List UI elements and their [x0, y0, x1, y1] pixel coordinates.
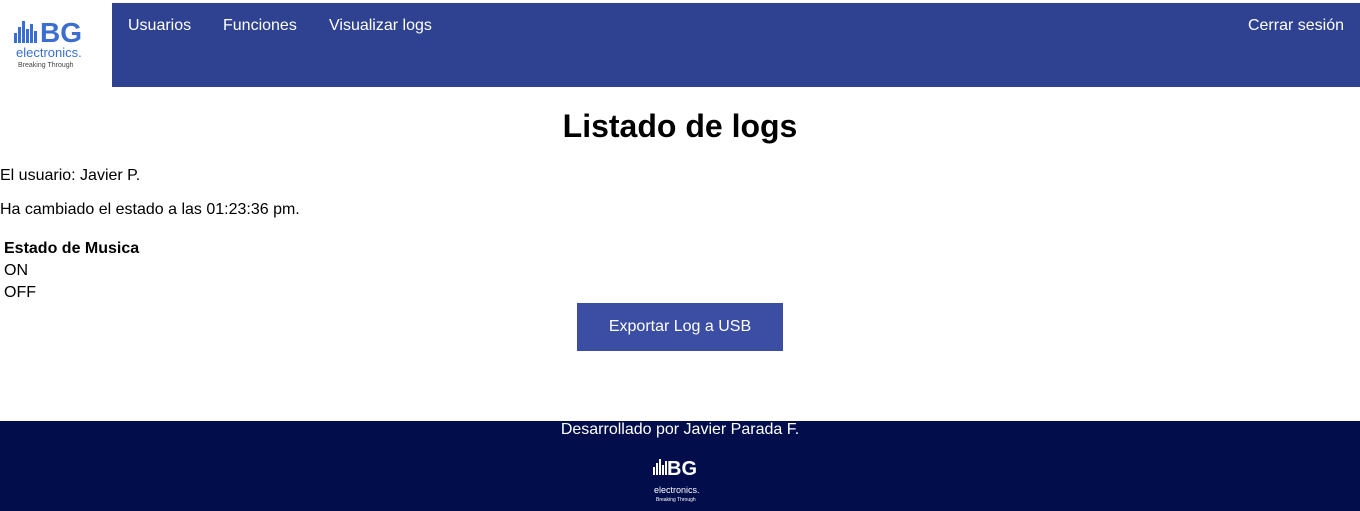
top-navbar: BG electronics. Breaking Through Usuario… — [0, 3, 1360, 87]
footer-credit: Desarrollado por Javier Parada F. — [560, 421, 800, 438]
page-title: Listado de logs — [562, 108, 798, 144]
logo-tagline: Breaking Through — [18, 62, 74, 69]
header-logo[interactable]: BG electronics. Breaking Through — [0, 3, 112, 87]
footer: Desarrollado por Javier Parada F. BG ele… — [0, 421, 1360, 511]
footer-logo-tagline: Breaking Through — [656, 497, 696, 503]
bg-electronics-logo-icon: BG electronics. Breaking Through — [14, 17, 82, 69]
nav-funciones[interactable]: Funciones — [223, 17, 297, 35]
nav-visualizar-logs[interactable]: Visualizar logs — [329, 17, 432, 35]
logo-brand-text: electronics. — [16, 45, 82, 60]
bg-electronics-logo-white-icon: BG electronics. Breaking Through — [653, 458, 700, 503]
state-table: Estado de Musica ON OFF — [4, 238, 139, 304]
state-table-header: Estado de Musica — [4, 240, 140, 257]
nav-usuarios[interactable]: Usuarios — [128, 17, 191, 35]
state-change-info: Ha cambiado el estado a las 01:23:36 pm. — [0, 201, 300, 218]
export-log-usb-button[interactable]: Exportar Log a USB — [577, 303, 783, 351]
logout-link[interactable]: Cerrar sesión — [1248, 17, 1344, 35]
state-table-row: OFF — [4, 284, 36, 301]
footer-logo-brand-mark: BG — [667, 458, 697, 480]
footer-logo-brand-text: electronics. — [654, 485, 700, 495]
state-table-row: ON — [4, 262, 28, 279]
user-info: El usuario: Javier P. — [0, 167, 141, 184]
logo-brand-mark: BG — [40, 17, 82, 48]
